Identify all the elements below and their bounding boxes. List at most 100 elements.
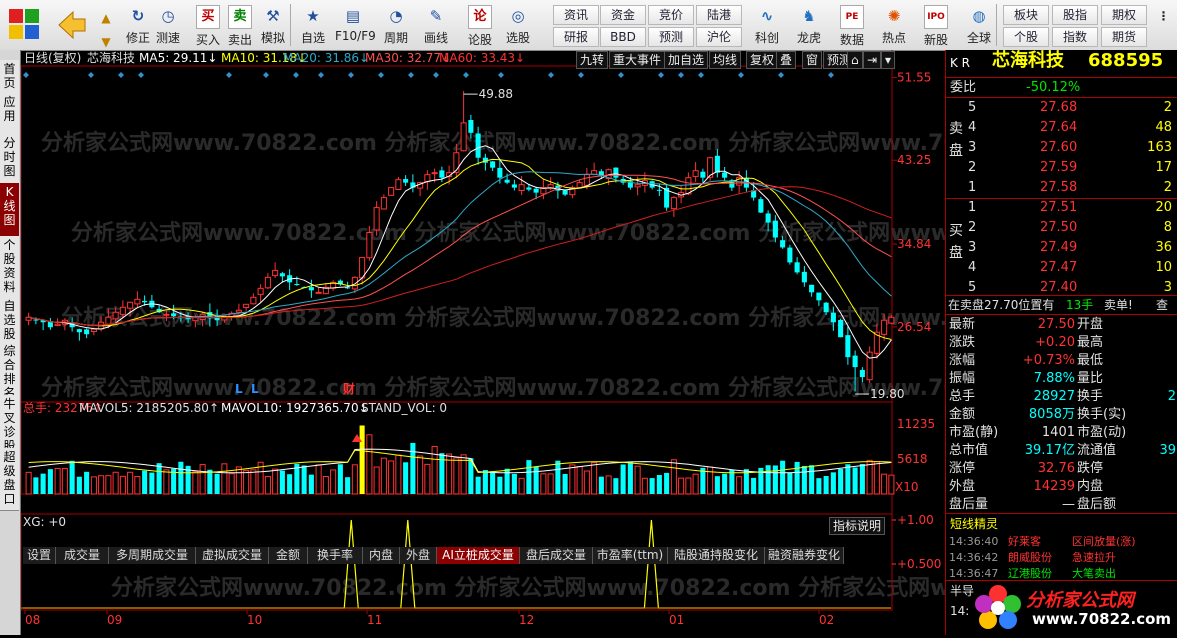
bid-row[interactable]: 1 27.51 20 [946,199,1177,217]
ask-row[interactable]: 1 27.58 2 [946,179,1177,197]
indicator-tab[interactable]: 外盘 [400,547,437,564]
bid-row[interactable]: 3 27.49 36 [946,239,1177,257]
pin-icon[interactable]: ⇥ [863,51,882,69]
indicator-tab[interactable]: 市盈率(ttm) [593,547,668,564]
back-arrow-icon[interactable] [52,3,92,47]
indicator-tab[interactable]: 陆股通持股变化 [668,547,765,564]
volume-bars[interactable] [25,425,895,495]
event-diamond-icon[interactable] [618,72,624,78]
sprite-row[interactable]: 14:36:40 好莱客 区间放量(涨) [946,534,1177,550]
event-diamond-icon[interactable] [698,72,704,78]
toolbar-f10-button[interactable]: ▤ F10/F9 [335,3,376,47]
ask-row[interactable]: 4 27.64 48 [946,119,1177,137]
event-diamond-icon[interactable] [138,72,144,78]
toolbar-stock-picker-button[interactable]: ◎ 选股 [500,3,536,47]
toolbar-hotspot-button[interactable]: ✺ 热点 [875,3,913,47]
indicator-tab[interactable]: 多周期成交量 [109,547,196,564]
chart-header-button[interactable]: 窗 [802,51,823,69]
event-diamond-icon[interactable] [348,72,354,78]
event-diamond-icon[interactable] [263,72,269,78]
indicator-tab[interactable]: AI立桩成交量 [437,547,520,564]
indicator-tab[interactable]: 盘后成交量 [520,547,593,564]
left-tab[interactable]: 牛叉诊股 [0,395,19,453]
event-diamond-icon[interactable] [498,72,504,78]
toolbar-period-clock-button[interactable]: ◔ 周期 [378,3,414,47]
left-tab[interactable]: 个股资料 [0,236,19,299]
toolbar-grid-button[interactable]: 陆港 [696,5,742,25]
event-diamond-icon[interactable] [118,72,124,78]
ask-row[interactable]: 2 27.59 17 [946,159,1177,177]
event-diamond-icon[interactable] [378,72,384,78]
indicator-tab[interactable]: 成交量 [56,547,109,564]
left-tab[interactable]: 自选股 [0,297,19,344]
toolbar-hammer-button[interactable]: ⚒ 模拟 [255,3,291,47]
bid-row[interactable]: 4 27.47 10 [946,259,1177,277]
toolbar-pencil-button[interactable]: ✎ 画线 [418,3,454,47]
chart-header-button[interactable]: 加自选 [664,51,709,69]
event-diamond-icon[interactable] [678,72,684,78]
indicator-tab[interactable]: 设置 [23,547,56,564]
event-diamond-icon[interactable] [433,72,439,78]
event-mark[interactable]: L [251,382,259,396]
sprite-title[interactable]: 短线精灵 [950,515,998,533]
indicator-tab[interactable]: 金额 [269,547,308,564]
toolbar-market-button[interactable]: 指数 [1052,27,1098,47]
left-tab[interactable]: 超级盘口 [0,448,19,511]
toolbar-grid-button[interactable]: 资讯 [553,5,599,25]
toolbar-buy-button[interactable]: 买买入 [190,3,226,47]
up-arrow-icon[interactable]: ▲ ▼ [95,3,115,49]
left-tab[interactable]: 分时图 [0,134,19,185]
toolbar-market-button[interactable]: 股指 [1052,5,1098,25]
event-diamond-icon[interactable] [828,72,834,78]
toolbar-sell-button[interactable]: 卖卖出 [222,3,258,47]
toolbar-market-button[interactable]: 期货 [1101,27,1147,47]
toolbar-globe-button[interactable]: ◍ 全球 [960,3,998,47]
toolbar-kechuang-button[interactable]: ∿ 科创 [748,3,786,47]
toolbar-market-button[interactable]: 期权 [1101,5,1147,25]
toolbar-grid-button[interactable]: 竞价 [648,5,694,25]
toolbar-market-button[interactable]: 个股 [1003,27,1049,47]
event-mark[interactable]: 财 [342,381,355,396]
ask-row[interactable]: 5 27.68 2 [946,99,1177,117]
left-tab[interactable]: 综合排名 [0,342,19,400]
toolbar-grid-button[interactable]: 研报 [553,27,599,47]
k-line-chart-area[interactable]: 分析家公式网www.70822.com 分析家公式网www.70822.com … [20,50,1134,635]
toolbar-forum-button[interactable]: 论论股 [462,3,498,47]
event-diamond-icon[interactable] [88,72,94,78]
toolbar-star-button[interactable]: ★ 自选 [295,3,331,47]
left-tab[interactable]: 首页 [0,60,19,95]
position-more-link[interactable]: 查 [1156,296,1168,314]
chart-header-button[interactable]: 叠 [776,51,797,69]
toolbar-grid-button[interactable]: 预测 [648,27,694,47]
indicator-tab[interactable]: 换手率 [308,547,363,564]
toolbar-market-button[interactable]: 板块 [1003,5,1049,25]
event-diamond-icon[interactable] [293,72,299,78]
toolbar-pe-button[interactable]: PE 数据 [833,3,871,47]
event-diamond-icon[interactable] [23,72,29,78]
toolbar-grid-button[interactable]: 沪伦 [696,27,742,47]
toolbar-overflow-icon[interactable]: ⋮ [1150,3,1177,47]
left-tab[interactable]: 应用 [0,93,19,136]
app-logo-icon[interactable] [4,3,44,47]
chart-header-button[interactable]: 九转 [576,51,609,69]
toolbar-dragon-tiger-button[interactable]: ♞ 龙虎 [790,3,828,47]
event-diamond-icon[interactable] [738,72,744,78]
event-diamond-icon[interactable] [578,72,584,78]
lock-icon[interactable]: ⌂ [847,51,863,69]
indicator-tab[interactable]: 融资融券变化 [765,547,844,564]
event-diamond-icon[interactable] [408,72,414,78]
indicator-tab[interactable]: 内盘 [363,547,400,564]
event-diamond-icon[interactable] [318,72,324,78]
chevron-down-icon[interactable]: ▾ [881,51,896,69]
event-diamond-icon[interactable] [226,72,232,78]
event-diamond-icon[interactable] [548,72,554,78]
toolbar-ipo-button[interactable]: IPO 新股 [917,3,955,47]
toolbar-grid-button[interactable]: BBD [600,27,646,47]
sprite-row[interactable]: 14:36:42 朗威股份 急速拉升 [946,550,1177,566]
event-diamond-icon[interactable] [658,72,664,78]
ask-row[interactable]: 3 27.60 163 [946,139,1177,157]
chart-header-button[interactable]: 重大事件 [609,51,666,69]
toolbar-clock-button[interactable]: ◷ 测速 [150,3,186,47]
chart-header-button[interactable]: 复权 [746,51,779,69]
bid-row[interactable]: 2 27.50 8 [946,219,1177,237]
